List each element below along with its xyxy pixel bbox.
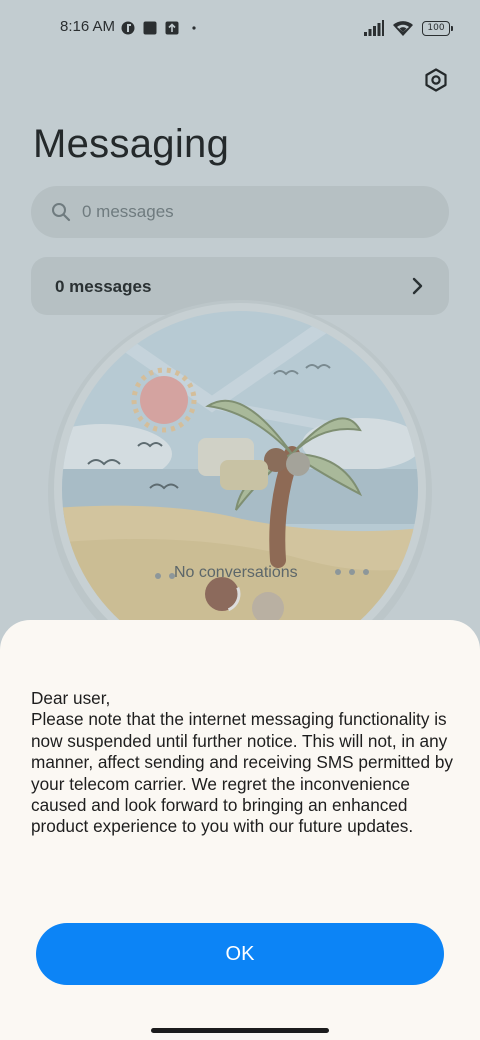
search-placeholder: 0 messages <box>82 202 174 221</box>
home-indicator[interactable] <box>151 1028 329 1033</box>
page-title: Messaging <box>33 122 230 166</box>
dialog-message: Dear user, Please note that the internet… <box>31 688 453 837</box>
settings-button[interactable] <box>420 64 452 96</box>
messaging-screen: 8:16 AM 100 Messaging 0 messages 0 messa… <box>0 0 480 1040</box>
search-icon <box>52 203 71 222</box>
vpn-key-icon <box>121 21 135 35</box>
upload-notification-icon <box>165 21 179 35</box>
dot-icon <box>192 26 196 30</box>
search-input[interactable]: 0 messages <box>31 186 449 238</box>
notice-dialog: Dear user, Please note that the internet… <box>0 620 480 1040</box>
empty-state-label: No conversations <box>174 564 298 581</box>
chevron-right-icon <box>412 277 423 295</box>
battery-indicator: 100 <box>422 20 453 36</box>
status-time: 8:16 AM <box>60 18 116 35</box>
wifi-icon <box>393 20 413 36</box>
status-bar: 8:16 AM 100 <box>0 0 480 56</box>
gear-icon <box>425 68 447 92</box>
status-notification-icons <box>121 19 201 37</box>
square-notification-icon <box>143 21 157 35</box>
status-system-icons: 100 <box>364 18 453 38</box>
ok-button[interactable]: OK <box>36 923 444 985</box>
signal-icon <box>364 20 384 36</box>
